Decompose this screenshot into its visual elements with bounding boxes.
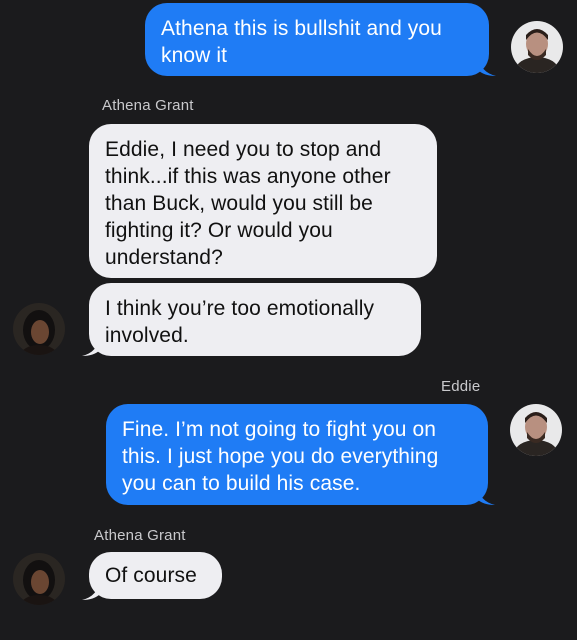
eddie-avatar-icon[interactable] xyxy=(511,21,563,73)
outgoing-message-bubble[interactable]: Fine. I’m not going to fight you on this… xyxy=(106,404,488,505)
athena-avatar-icon[interactable] xyxy=(13,553,65,605)
sender-name-label: Eddie xyxy=(441,378,481,395)
message-thread: Athena this is bullshit and you know it … xyxy=(0,0,577,640)
bubble-tail xyxy=(82,580,100,600)
bubble-tail xyxy=(82,336,100,356)
sender-name-label: Athena Grant xyxy=(102,97,194,114)
incoming-message-bubble[interactable]: Eddie, I need you to stop and think...if… xyxy=(89,124,437,278)
eddie-avatar-icon[interactable] xyxy=(510,404,562,456)
incoming-message-bubble[interactable]: I think you’re too emotionally involved. xyxy=(89,283,421,356)
sender-name-label: Athena Grant xyxy=(94,527,186,544)
athena-avatar-icon[interactable] xyxy=(13,303,65,355)
bubble-tail xyxy=(478,56,496,76)
outgoing-message-bubble[interactable]: Athena this is bullshit and you know it xyxy=(145,3,489,76)
bubble-tail xyxy=(477,485,495,505)
incoming-message-bubble[interactable]: Of course xyxy=(89,552,222,599)
